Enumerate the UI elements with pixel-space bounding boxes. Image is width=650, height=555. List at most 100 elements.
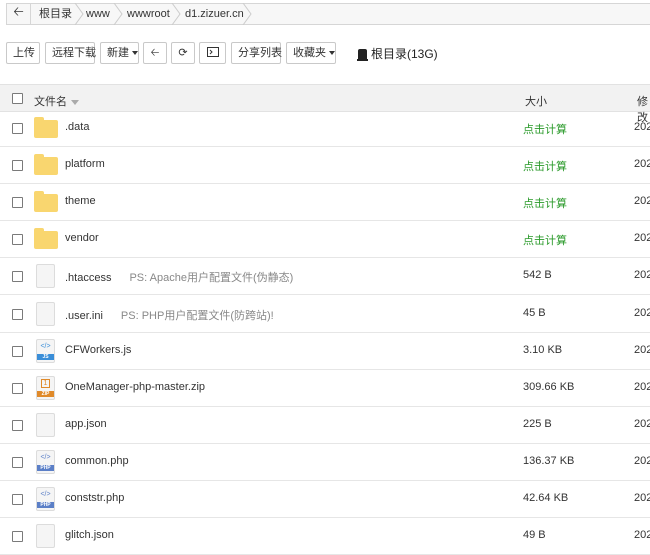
table-row[interactable]: 1 ZIP OneManager-php-master.zip 309.66 KB 20… (0, 370, 650, 407)
share-list-button[interactable]: 分享列表 (231, 42, 282, 64)
php-file-icon: </> PHP (36, 450, 55, 474)
file-icon (36, 524, 55, 548)
file-name[interactable]: platform (65, 158, 105, 170)
chevron-down-icon (132, 51, 138, 56)
table-row[interactable]: glitch.json 49 B 202 (0, 518, 650, 555)
column-size[interactable]: 大小 (525, 93, 547, 109)
file-name[interactable]: app.json (65, 418, 107, 430)
row-checkbox[interactable] (12, 346, 23, 357)
file-size: 3.10 KB (523, 344, 563, 356)
favorites-dropdown-button[interactable]: 收藏夹 (286, 42, 336, 64)
table-row[interactable]: </> PHP conststr.php 42.64 KB 202 (0, 481, 650, 518)
file-modified-date: 202 (634, 307, 650, 319)
file-modified-date: 202 (634, 529, 650, 541)
file-icon (36, 302, 55, 326)
breadcrumb-item-www[interactable]: www (86, 4, 110, 24)
file-size: 136.37 KB (523, 455, 575, 467)
calculate-size-link[interactable]: 点击计算 (523, 121, 567, 137)
breadcrumb-separator-icon (113, 3, 123, 25)
file-name[interactable]: OneManager-php-master.zip (65, 381, 205, 393)
column-filename-label: 文件名 (34, 96, 67, 108)
table-row[interactable]: vendor 点击计算 202 (0, 221, 650, 258)
table-row[interactable]: .user.ini PS: PHP用户配置文件(防跨站)! 45 B 202 (0, 296, 650, 333)
zip-file-icon: 1 ZIP (36, 376, 55, 400)
file-name[interactable]: conststr.php (65, 492, 124, 504)
file-name[interactable]: common.php (65, 455, 129, 467)
file-name[interactable]: theme (65, 195, 96, 207)
row-checkbox[interactable] (12, 531, 23, 542)
calculate-size-link[interactable]: 点击计算 (523, 158, 567, 174)
row-checkbox[interactable] (12, 271, 23, 282)
table-row[interactable]: </> JS CFWorkers.js 3.10 KB 202 (0, 333, 650, 370)
file-modified-date: 202 (634, 381, 650, 393)
back-arrow-icon[interactable]: 🡠 (7, 4, 31, 24)
folder-icon (34, 154, 58, 175)
file-size: 49 B (523, 529, 546, 541)
disk-root-text: 根目录(13G) (371, 47, 438, 61)
file-size: 42.64 KB (523, 492, 569, 504)
file-size: 45 B (523, 307, 546, 319)
table-row[interactable]: .data 点击计算 202 (0, 110, 650, 147)
new-dropdown-button[interactable]: 新建 (100, 42, 139, 64)
breadcrumb-item-site[interactable]: d1.zizuer.cn (185, 4, 244, 24)
refresh-button[interactable]: ⟳ (171, 42, 195, 64)
file-name[interactable]: .data (65, 121, 89, 133)
table-row[interactable]: theme 点击计算 202 (0, 184, 650, 221)
row-checkbox[interactable] (12, 420, 23, 431)
disk-root-label[interactable]: 根目录(13G) (357, 45, 438, 62)
upload-button[interactable]: 上传 (6, 42, 40, 64)
remote-download-button[interactable]: 远程下载 (45, 42, 96, 64)
folder-icon (34, 117, 58, 138)
row-checkbox[interactable] (12, 383, 23, 394)
breadcrumb-separator-icon (171, 3, 181, 25)
calculate-size-link[interactable]: 点击计算 (523, 195, 567, 211)
breadcrumb-item-root[interactable]: 根目录 (39, 4, 72, 24)
breadcrumb-item-wwwroot[interactable]: wwwroot (127, 4, 170, 24)
refresh-icon: ⟳ (178, 47, 188, 59)
table-row[interactable]: app.json 225 B 202 (0, 407, 650, 444)
file-modified-date: 202 (634, 232, 650, 244)
file-icon (36, 413, 55, 437)
table-row[interactable]: platform 点击计算 202 (0, 147, 650, 184)
file-size: 542 B (523, 269, 552, 281)
file-note: PS: Apache用户配置文件(伪静态) (129, 272, 294, 284)
row-checkbox[interactable] (12, 160, 23, 171)
row-checkbox[interactable] (12, 494, 23, 505)
file-modified-date: 202 (634, 418, 650, 430)
disk-icon (357, 49, 368, 61)
back-button[interactable]: 🡠 (143, 42, 167, 64)
file-icon (36, 264, 55, 288)
folder-icon (34, 191, 58, 212)
row-checkbox[interactable] (12, 197, 23, 208)
row-checkbox[interactable] (12, 234, 23, 245)
php-file-icon: </> PHP (36, 487, 55, 511)
file-name-cell: .user.ini PS: PHP用户配置文件(防跨站)! (65, 307, 274, 323)
breadcrumb: 🡠 根目录 www wwwroot d1.zizuer.cn (6, 3, 650, 25)
select-all-checkbox[interactable] (12, 93, 23, 104)
file-name[interactable]: vendor (65, 232, 99, 244)
file-modified-date: 202 (634, 344, 650, 356)
file-name[interactable]: .htaccess (65, 272, 111, 284)
column-filename[interactable]: 文件名 (34, 93, 79, 109)
row-checkbox[interactable] (12, 457, 23, 468)
table-header: 文件名 大小 修改 (0, 84, 650, 124)
file-size: 309.66 KB (523, 381, 575, 393)
js-file-icon: </> JS (36, 339, 55, 363)
sort-down-icon (71, 99, 79, 105)
file-name-cell: .htaccess PS: Apache用户配置文件(伪静态) (65, 269, 293, 285)
row-checkbox[interactable] (12, 309, 23, 320)
file-size: 225 B (523, 418, 552, 430)
folder-icon (34, 228, 58, 249)
table-row[interactable]: .htaccess PS: Apache用户配置文件(伪静态) 542 B 202 (0, 258, 650, 295)
calculate-size-link[interactable]: 点击计算 (523, 232, 567, 248)
chevron-down-icon (329, 51, 335, 56)
row-checkbox[interactable] (12, 123, 23, 134)
file-name[interactable]: CFWorkers.js (65, 344, 131, 356)
file-modified-date: 202 (634, 492, 650, 504)
table-row[interactable]: </> PHP common.php 136.37 KB 202 (0, 444, 650, 481)
file-name[interactable]: glitch.json (65, 529, 114, 541)
file-modified-date: 202 (634, 195, 650, 207)
terminal-button[interactable] (199, 42, 226, 64)
file-name[interactable]: .user.ini (65, 310, 103, 322)
favorites-label: 收藏夹 (293, 47, 326, 59)
